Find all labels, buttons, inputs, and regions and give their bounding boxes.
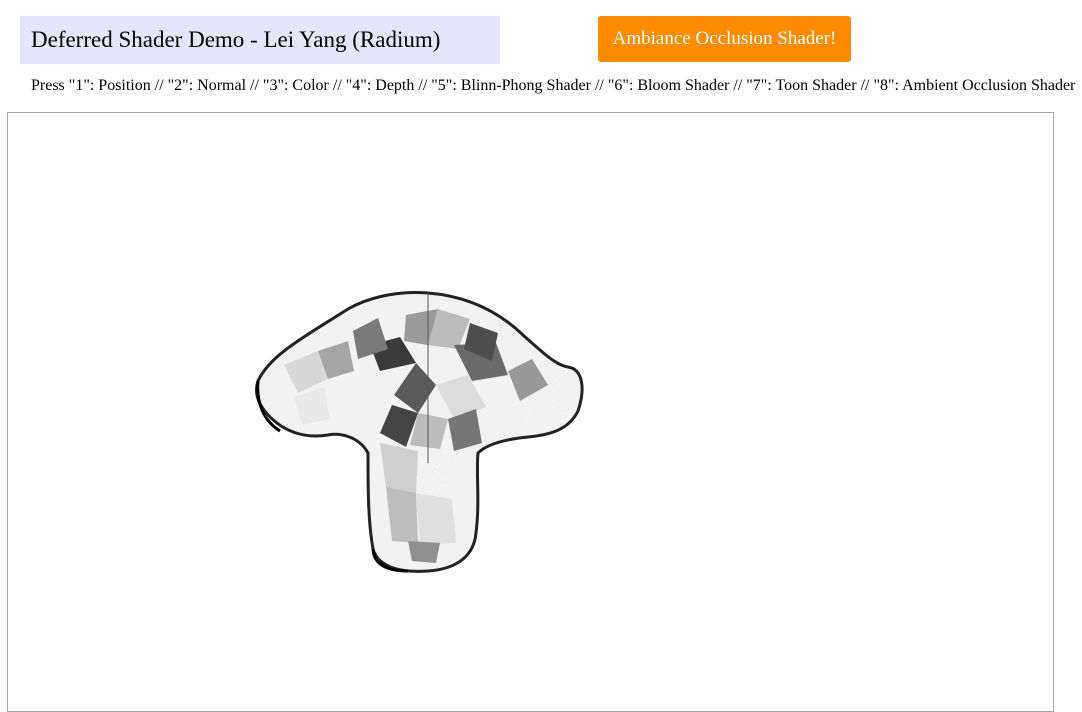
- app-title-banner: Deferred Shader Demo - Lei Yang (Radium): [20, 16, 500, 64]
- page-title: Deferred Shader Demo - Lei Yang (Radium): [31, 27, 441, 52]
- webgl-canvas[interactable]: [7, 112, 1054, 712]
- monkey-head-render: [255, 291, 584, 573]
- keyboard-instructions: Press "1": Position // "2": Normal // "3…: [31, 77, 1076, 94]
- rendered-model: [255, 291, 584, 573]
- ambient-occlusion-shader-button[interactable]: Ambiance Occlusion Shader!: [598, 16, 851, 62]
